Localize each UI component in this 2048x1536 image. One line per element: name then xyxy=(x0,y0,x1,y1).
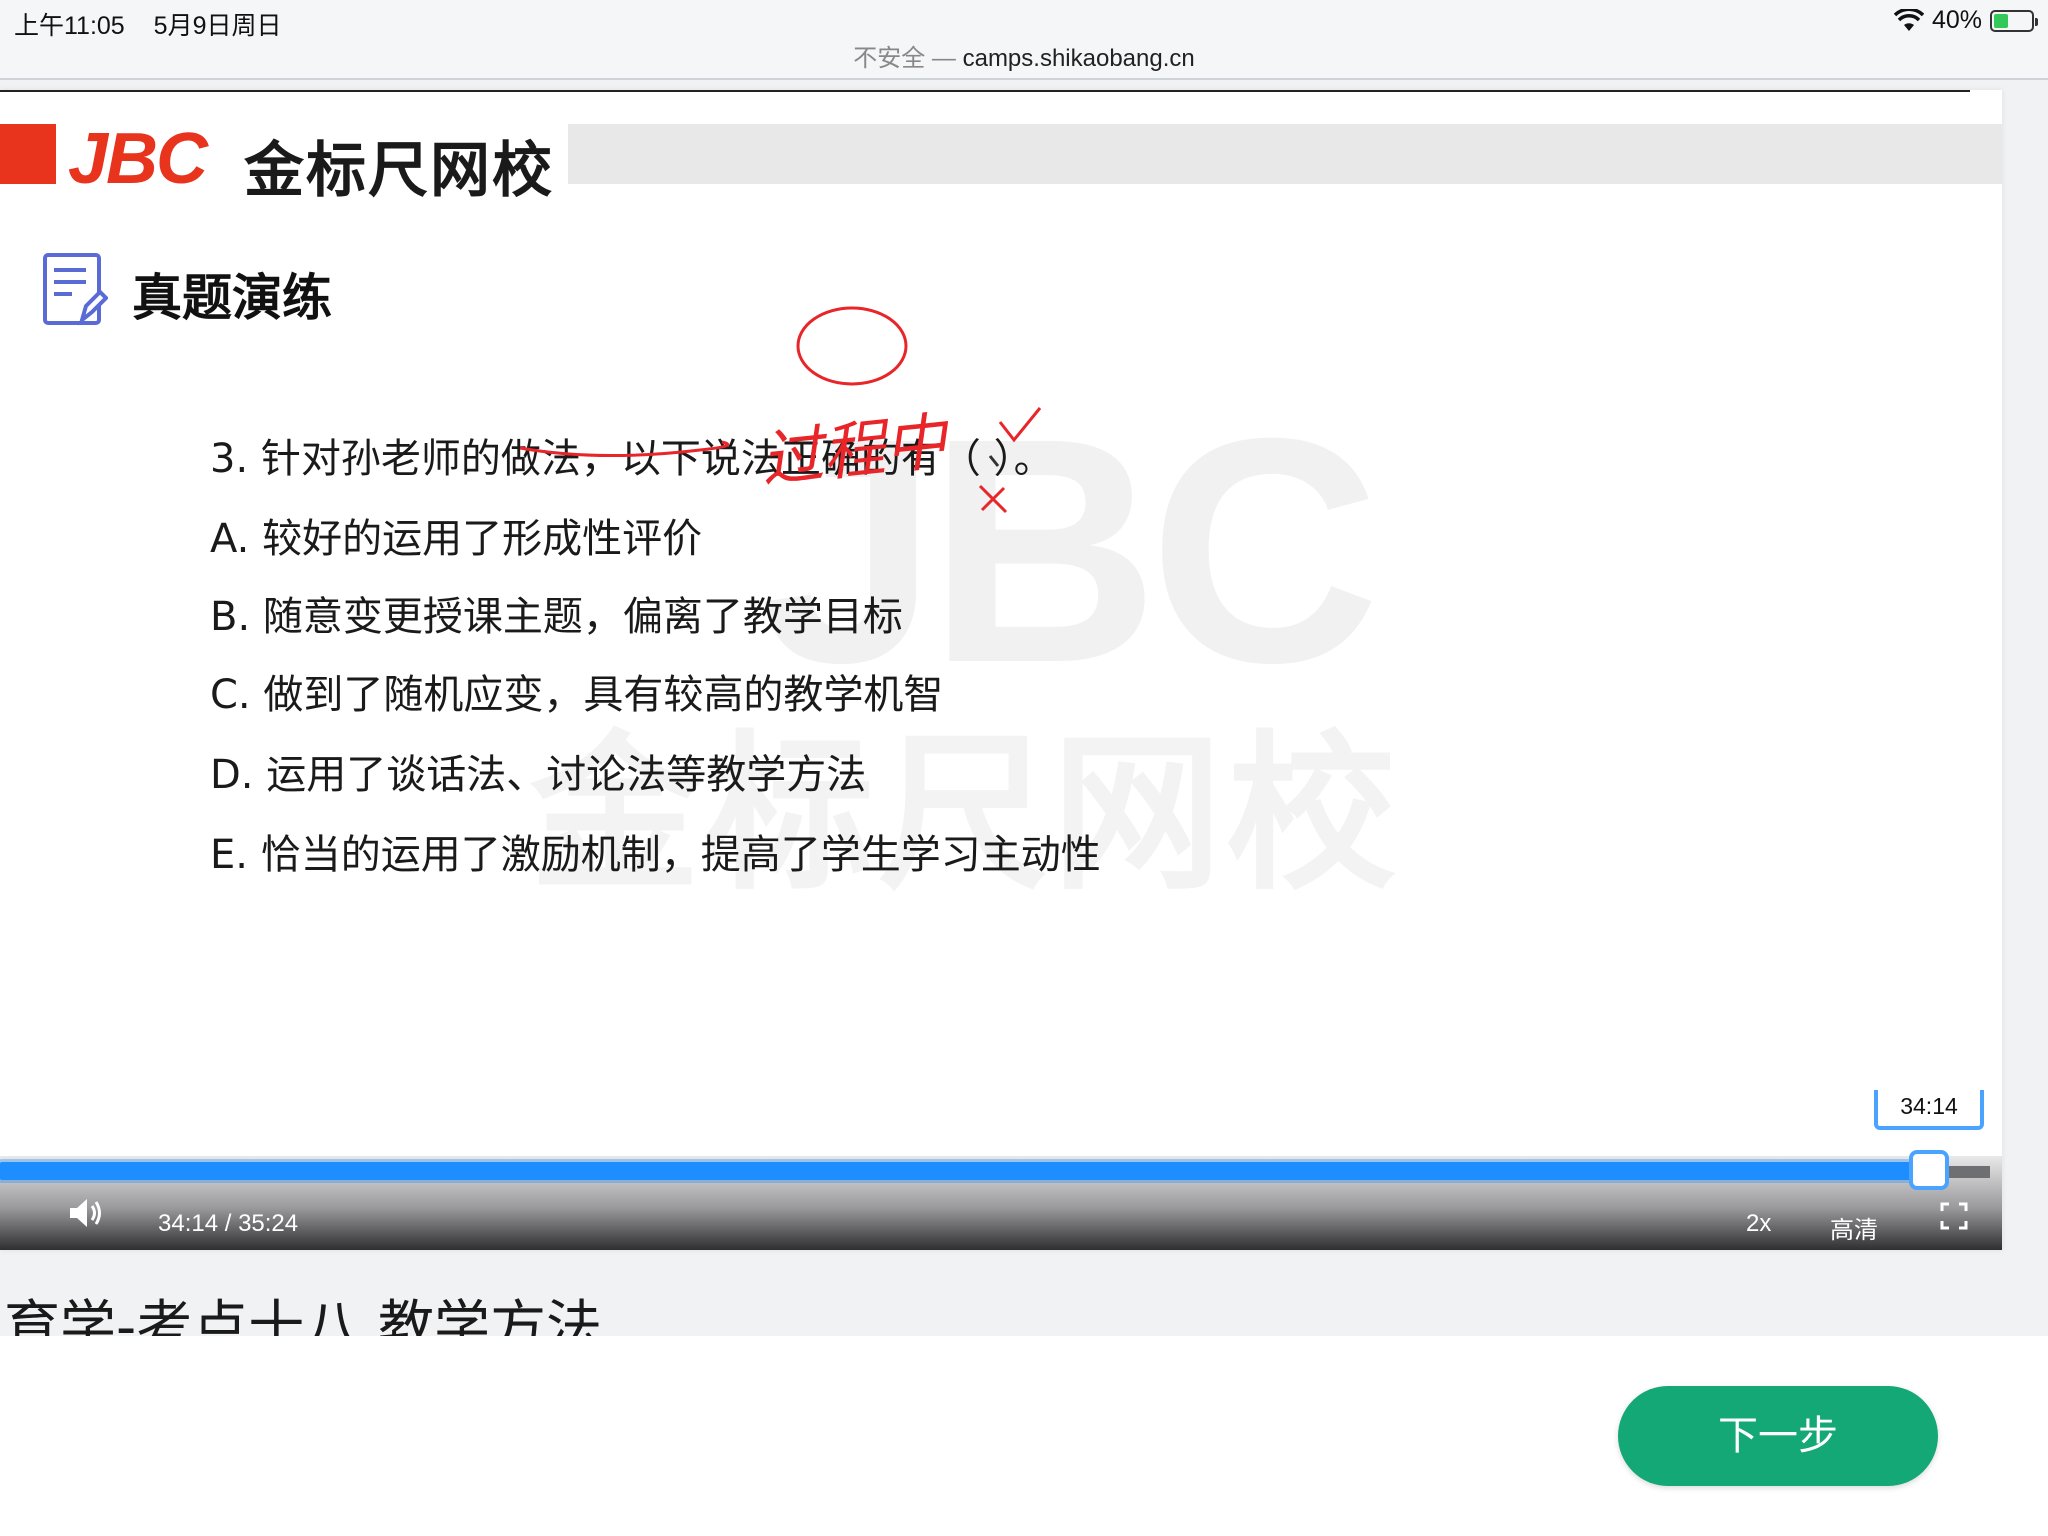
seek-tooltip: 34:14 xyxy=(1874,1090,1984,1130)
option-e: E. 恰当的运用了激励机制，提高了学生学习主动性 xyxy=(210,832,1101,878)
status-date: 5月9日周日 xyxy=(153,12,282,40)
address-bar[interactable]: 不安全 — camps.shikaobang.cn xyxy=(0,38,2048,73)
quality-button[interactable]: 高清 xyxy=(1830,1210,1878,1245)
fullscreen-icon[interactable] xyxy=(1940,1202,1968,1230)
option-c: C. 做到了随机应变，具有较高的教学机智 xyxy=(210,672,944,718)
video-player[interactable]: JBC 金标尺网校 JBC 金标尺网校 真题演练 3. 针对孙老师的做法，以下说… xyxy=(0,90,2002,1250)
logo-red-block xyxy=(0,124,56,184)
logo-cn: 金标尺网校 xyxy=(244,136,554,206)
status-left: 上午11:05 5月9日周日 xyxy=(14,6,303,42)
battery-icon xyxy=(1990,9,2038,32)
battery-fill xyxy=(1994,13,2009,28)
wifi-icon xyxy=(1893,8,1924,31)
option-a: A. 较好的运用了形成性评价 xyxy=(210,516,703,562)
option-d: D. 运用了谈话法、讨论法等教学方法 xyxy=(210,752,867,798)
progress-handle[interactable] xyxy=(1909,1150,1949,1190)
option-b: B. 随意变更授课主题，偏离了教学目标 xyxy=(210,594,903,640)
video-top-border xyxy=(0,90,1970,92)
volume-icon[interactable] xyxy=(68,1196,106,1230)
slide-header-band xyxy=(568,124,2002,184)
lesson-title-text: 育学-考点十八 教学方法 xyxy=(4,1295,603,1336)
battery-percent: 40% xyxy=(1931,6,1982,34)
speed-button[interactable]: 2x xyxy=(1746,1210,1771,1238)
logo-jbc: JBC xyxy=(68,119,208,199)
document-edit-icon xyxy=(43,253,108,326)
status-right: 40% xyxy=(1893,6,2038,35)
next-step-button[interactable]: 下一步 xyxy=(1618,1386,1938,1486)
status-bar: 上午11:05 5月9日周日 40% 不安全 — camps.shikaoban… xyxy=(0,0,2048,80)
progress-fill xyxy=(0,1162,1929,1180)
security-label: 不安全 — xyxy=(853,45,956,72)
status-time: 上午11:05 xyxy=(14,12,125,40)
lesson-title: 育学-考点十八 教学方法 xyxy=(0,1280,2048,1336)
time-display: 34:14 / 35:24 xyxy=(158,1210,299,1237)
section-title: 真题演练 xyxy=(132,269,332,327)
url-host: camps.shikaobang.cn xyxy=(962,45,1195,72)
